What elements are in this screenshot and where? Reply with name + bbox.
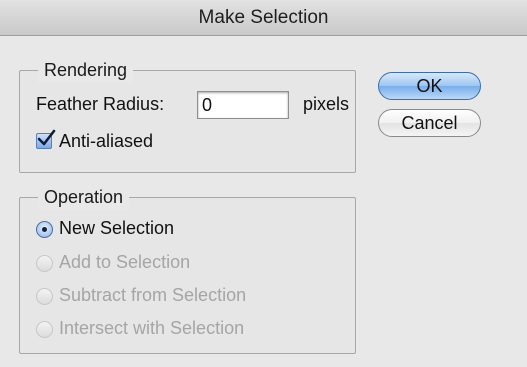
rendering-group-label: Rendering [38, 57, 134, 83]
feather-radius-unit: pixels [303, 94, 350, 114]
subtract-from-selection-radio[interactable] [36, 288, 53, 305]
intersect-with-selection-radio[interactable] [36, 321, 53, 338]
title-bar[interactable]: Make Selection [0, 0, 527, 36]
anti-aliased-checkbox[interactable] [36, 129, 56, 149]
feather-radius-input[interactable] [197, 91, 289, 119]
operation-group-label: Operation [38, 184, 130, 210]
dialog-title: Make Selection [198, 7, 329, 28]
rendering-group: Rendering Feather Radius: pixels Anti-al… [19, 57, 356, 173]
intersect-with-selection-label[interactable]: Intersect with Selection [59, 318, 244, 339]
make-selection-dialog: Make Selection Rendering Feather Radius:… [0, 0, 527, 367]
add-to-selection-radio[interactable] [36, 255, 53, 272]
ok-button[interactable]: OK [378, 72, 481, 100]
operation-group: Operation New Selection Add to Selection… [19, 184, 356, 354]
subtract-from-selection-label[interactable]: Subtract from Selection [59, 285, 246, 306]
anti-aliased-label[interactable]: Anti-aliased [59, 131, 153, 152]
cancel-button[interactable]: Cancel [378, 109, 481, 137]
checkmark-icon [37, 129, 56, 146]
feather-radius-label: Feather Radius: [36, 94, 165, 114]
new-selection-label[interactable]: New Selection [59, 218, 174, 239]
new-selection-radio[interactable] [36, 221, 53, 238]
add-to-selection-label[interactable]: Add to Selection [59, 252, 190, 273]
